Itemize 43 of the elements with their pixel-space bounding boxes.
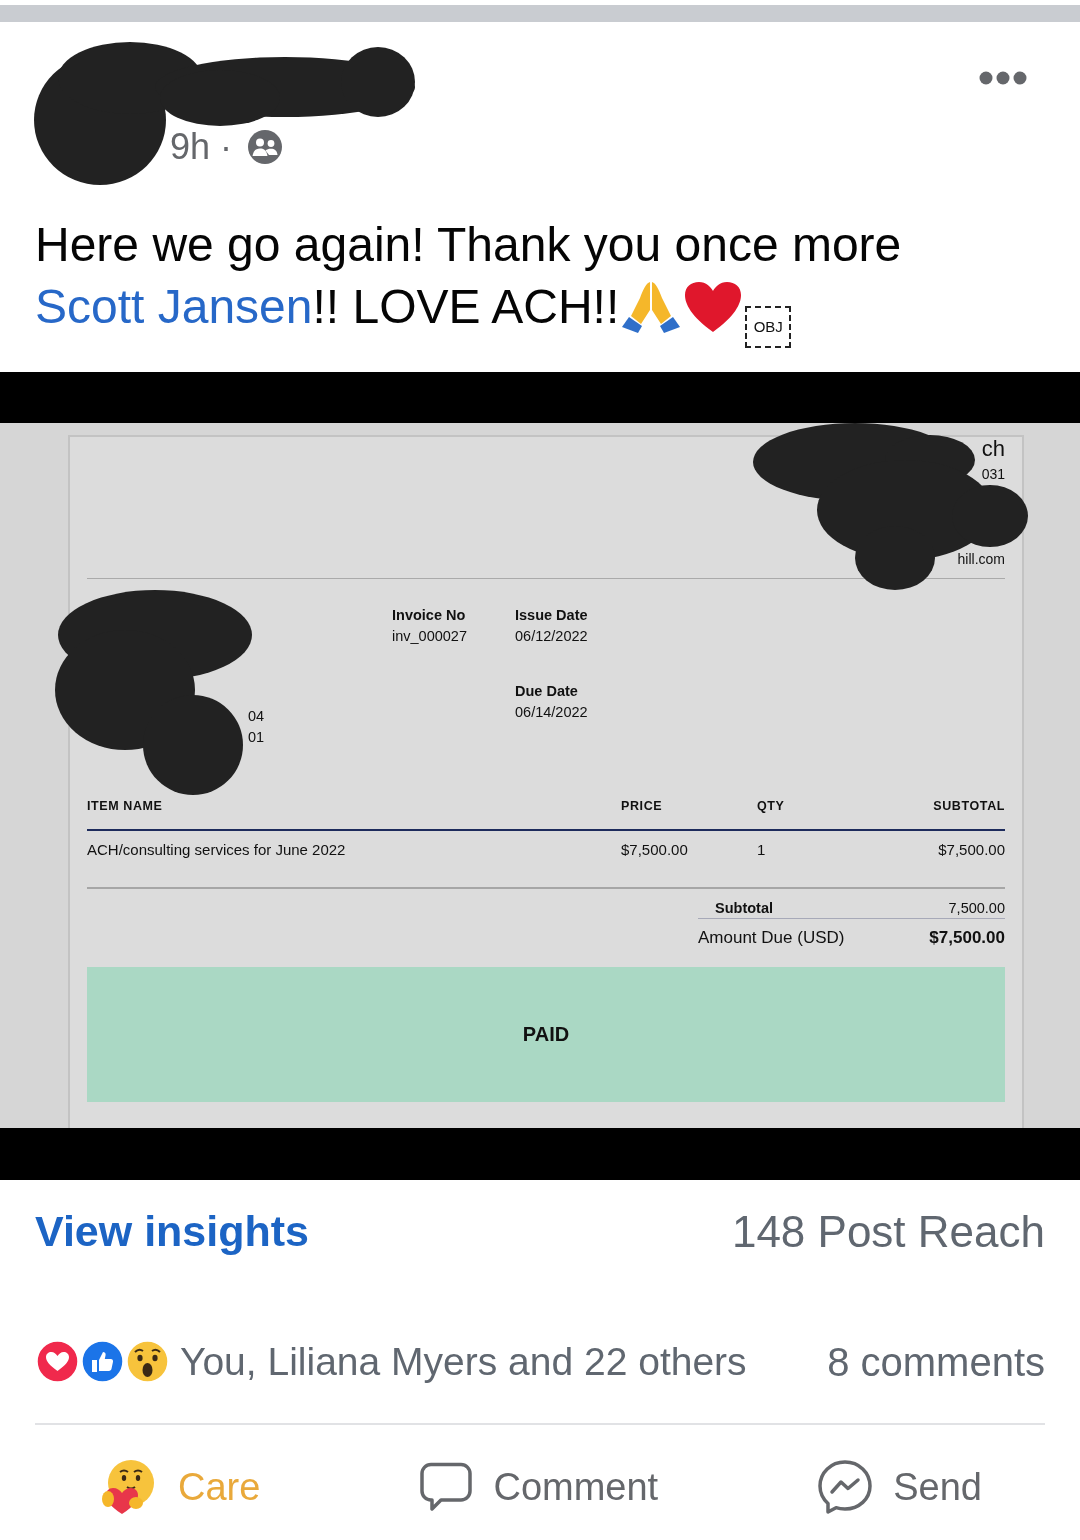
text-fragment: 01 <box>248 727 265 747</box>
column-header: PRICE <box>621 797 663 814</box>
comment-button[interactable]: Comment <box>419 1460 659 1513</box>
status-label: PAID <box>522 1022 570 1046</box>
table-cell: ACH/consulting services for June 2022 <box>87 839 346 860</box>
post-text: Here we go again! Thank you once more Scott Jansen!! LOVE ACH!! OBJ <box>35 214 1045 348</box>
total-value: 7,500.00 <box>948 898 1005 918</box>
speech-bubble-icon <box>419 1460 474 1513</box>
field-value: inv_000027 <box>392 626 467 646</box>
heart-icon <box>683 280 744 334</box>
people-icon[interactable] <box>248 130 283 164</box>
view-insights-link[interactable]: View insights <box>35 1210 309 1253</box>
surprised-face-icon[interactable] <box>125 1339 170 1384</box>
text-fragment: hill.com <box>957 549 1005 568</box>
praying-hands-icon <box>621 280 682 334</box>
text-fragment: 031 <box>981 464 1005 483</box>
post-reach-count: 148 Post Reach <box>731 1209 1045 1254</box>
table-cell: $7,500.00 <box>621 839 688 860</box>
more-options-icon[interactable] <box>979 71 1027 85</box>
column-header: SUBTOTAL <box>933 797 1005 814</box>
table-cell: $7,500.00 <box>938 839 1005 860</box>
field-value: 06/12/2022 <box>515 626 588 646</box>
lightning-bubble-icon <box>817 1458 874 1515</box>
text-fragment: ch <box>981 436 1005 461</box>
post-time: 9h · <box>170 129 233 165</box>
total-label: Subtotal <box>715 898 773 918</box>
thumbs-up-reaction-icon[interactable] <box>80 1339 125 1384</box>
heart-reaction-icon[interactable] <box>35 1339 80 1384</box>
comments-count-link[interactable]: 8 comments <box>827 1341 1045 1382</box>
send-button[interactable]: Send <box>817 1458 982 1515</box>
table-cell: 1 <box>757 839 766 860</box>
reactions-summary-link[interactable]: You, Liliana Myers and 22 others <box>180 1342 747 1381</box>
field-label: Due Date <box>515 681 578 701</box>
field-label: Issue Date <box>515 605 588 625</box>
mention-link[interactable]: Scott Jansen <box>35 280 313 333</box>
field-label: Invoice No <box>392 605 466 625</box>
total-label: Amount Due (USD) <box>698 926 845 949</box>
field-value: 06/14/2022 <box>515 702 588 722</box>
total-value: $7,500.00 <box>929 926 1005 949</box>
text-fragment: 04 <box>248 706 265 726</box>
column-header: QTY <box>757 797 785 814</box>
object-replacement-glyph: OBJ <box>745 305 792 348</box>
column-header: ITEM NAME <box>87 797 163 814</box>
